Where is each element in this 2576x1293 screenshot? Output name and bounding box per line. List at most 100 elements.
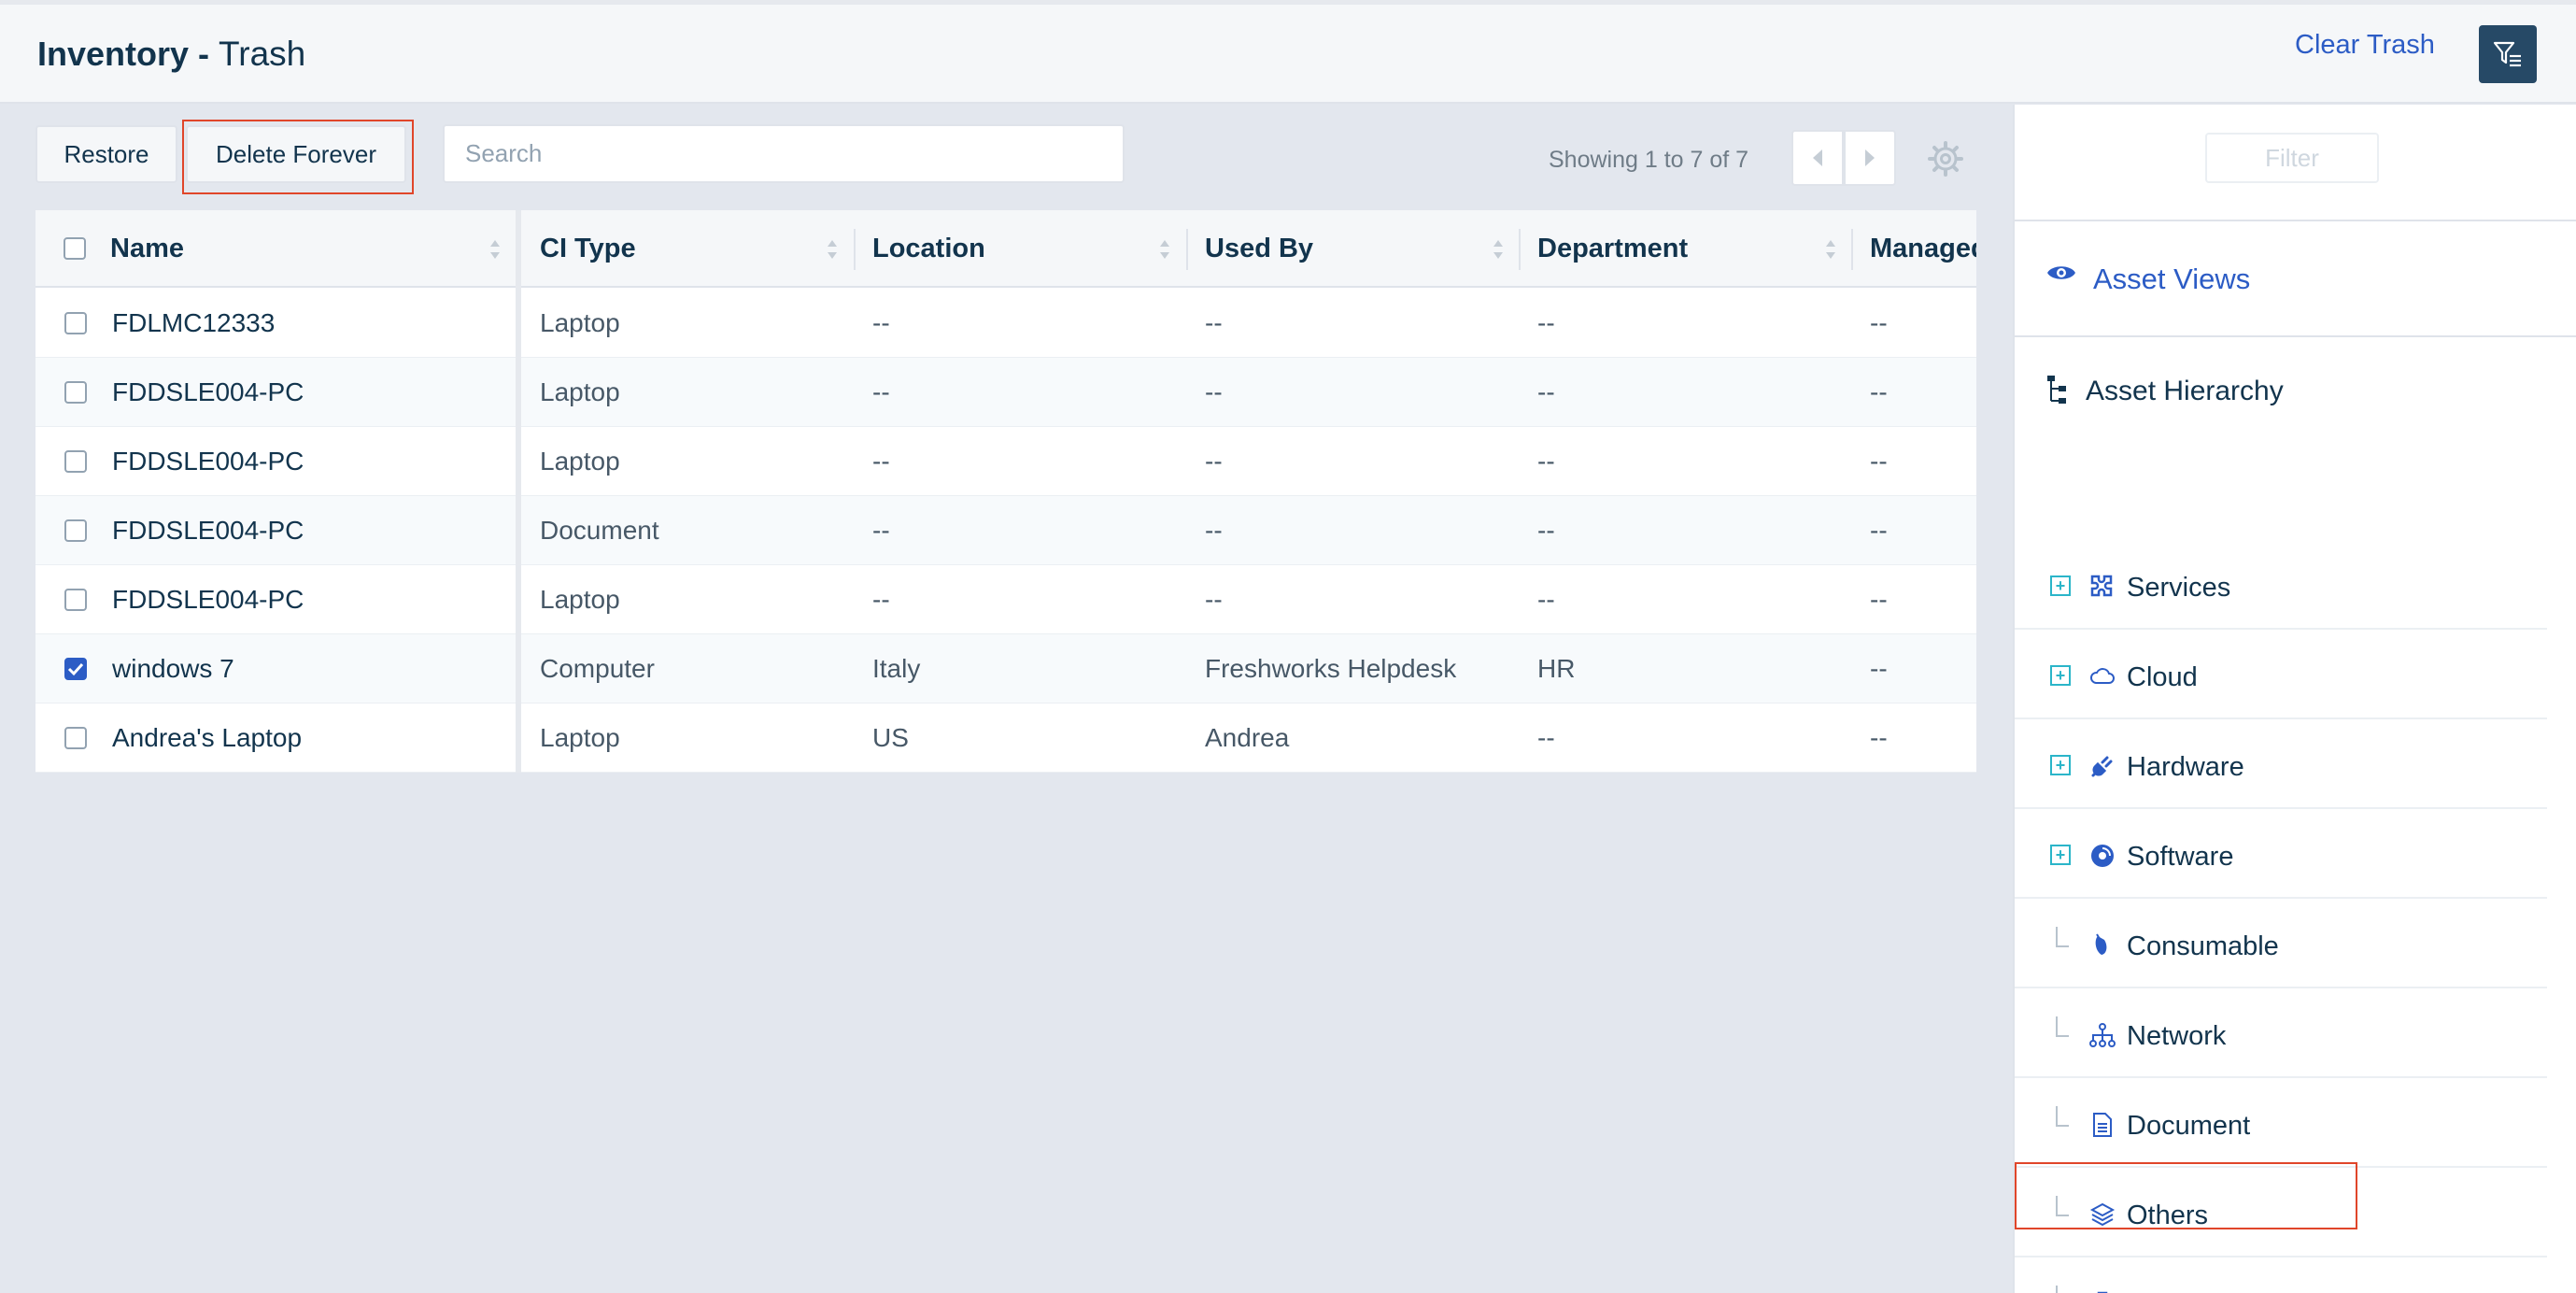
cell-ci-type: Document [540,516,659,545]
asset-name[interactable]: FDDSLE004-PC [112,496,304,565]
sidebar-item-network[interactable]: Network [2015,988,2547,1078]
filter-list-icon [2493,41,2521,67]
cell-ci-type: Laptop [540,377,620,406]
expand-icon[interactable]: + [2050,575,2071,596]
sort-icon[interactable] [489,236,501,263]
title-module: Inventory - [37,35,210,73]
row-checkbox[interactable] [64,727,87,749]
row-checkbox[interactable] [64,519,87,542]
expand-icon[interactable]: + [2050,665,2071,686]
column-divider[interactable] [1851,229,1853,270]
restore-button[interactable]: Restore [35,125,177,183]
cell-ci-type: Laptop [540,447,620,476]
column-header-name[interactable]: Name [110,210,184,288]
table-row[interactable]: FDLMC12333 Laptop -- -- -- -- [35,289,1976,358]
cell-managed: -- [1870,723,1888,752]
asset-name[interactable]: windows 7 [112,634,234,703]
column-divider[interactable] [854,229,856,270]
cloud-icon [2090,668,2115,684]
table-row[interactable]: Andrea's Laptop Laptop US Andrea -- -- [35,703,1976,773]
asset-views-link[interactable]: Asset Views [2015,221,2576,337]
next-page-button[interactable] [1844,130,1896,186]
asset-hierarchy-label: Asset Hierarchy [2086,376,2284,406]
sidebar-item-trash[interactable]: Trash [2015,1257,2547,1293]
sidebar-item-document[interactable]: Document [2015,1078,2547,1168]
cell-location: -- [872,447,890,476]
row-checkbox[interactable] [64,381,87,404]
cell-ci-type: Computer [540,654,655,683]
column-header-department[interactable]: Department [1537,210,1688,288]
previous-page-button[interactable] [1791,130,1844,186]
column-divider[interactable] [1519,229,1521,270]
cell-managed: -- [1870,308,1888,337]
tree-branch-icon [2056,1286,2069,1293]
cell-department: -- [1537,516,1555,545]
filter-button[interactable]: Filter [2205,133,2379,183]
cell-managed: -- [1870,585,1888,614]
column-header-ci-type[interactable]: CI Type [540,210,636,288]
cell-location: US [872,723,909,752]
asset-name[interactable]: Andrea's Laptop [112,703,302,773]
table-row[interactable]: FDDSLE004-PC Laptop -- -- -- -- [35,427,1976,496]
sidebar-item-label: Network [2127,1021,2227,1051]
tree-branch-icon [2056,1106,2069,1127]
asset-name[interactable]: FDLMC12333 [112,289,275,358]
sidebar-item-label: Cloud [2127,662,2198,692]
row-checkbox[interactable] [64,658,87,680]
cell-department: HR [1537,654,1576,683]
cell-location: -- [872,308,890,337]
page-title: Inventory - Trash [37,35,305,74]
table-row[interactable]: FDDSLE004-PC Laptop -- -- -- -- [35,565,1976,634]
cell-department: -- [1537,308,1555,337]
chevron-right-icon [1865,149,1875,166]
column-divider[interactable] [1186,229,1188,270]
cell-used-by: -- [1205,308,1223,337]
chevron-left-icon [1813,149,1822,166]
asset-name[interactable]: FDDSLE004-PC [112,358,304,427]
cell-department: -- [1537,585,1555,614]
delete-forever-highlight [182,120,414,194]
checkmark-icon [67,662,84,676]
gear-icon[interactable] [1927,140,1964,178]
search-input[interactable]: Search [443,124,1125,183]
expand-icon[interactable]: + [2050,845,2071,865]
sidebar-item-label: Hardware [2127,752,2244,782]
column-header-used-by[interactable]: Used By [1205,210,1313,288]
cell-used-by: Andrea [1205,723,1290,752]
sidebar-filter-section: Filter [2015,105,2576,221]
sidebar-item-services[interactable]: + Services [2015,540,2547,630]
sidebar-item-cloud[interactable]: + Cloud [2015,630,2547,719]
sort-icon[interactable] [1493,236,1504,263]
select-all-checkbox[interactable] [64,237,86,260]
sidebar-item-consumable[interactable]: Consumable [2015,899,2547,988]
column-header-location[interactable]: Location [872,210,985,288]
trash-table: Name CI Type Location Used By Department… [35,210,1976,773]
sort-icon[interactable] [1159,236,1170,263]
table-row[interactable]: FDDSLE004-PC Document -- -- -- -- [35,496,1976,565]
row-checkbox[interactable] [64,450,87,473]
cell-ci-type: Laptop [540,723,620,752]
mouse-icon [2095,933,2107,955]
sidebar-item-label: Services [2127,573,2231,603]
asset-name[interactable]: FDDSLE004-PC [112,427,304,496]
cell-used-by: -- [1205,447,1223,476]
row-checkbox[interactable] [64,589,87,611]
eye-icon [2047,266,2075,279]
sort-icon[interactable] [1825,236,1836,263]
sort-icon[interactable] [827,236,838,263]
table-row[interactable]: FDDSLE004-PC Laptop -- -- -- -- [35,358,1976,427]
sidebar-item-software[interactable]: + Software [2015,809,2547,899]
table-row[interactable]: windows 7 Computer Italy Freshworks Helpdes… [35,634,1976,703]
asset-name[interactable]: FDDSLE004-PC [112,565,304,634]
clear-trash-link[interactable]: Clear Trash [2295,30,2435,61]
row-checkbox[interactable] [64,312,87,334]
column-header-managed[interactable]: Managed [1870,210,1976,288]
filter-toggle-button[interactable] [2479,25,2537,83]
expand-icon[interactable]: + [2050,755,2071,775]
network-icon [2089,1023,2116,1047]
cell-managed: -- [1870,377,1888,406]
cell-location: -- [872,585,890,614]
cell-managed: -- [1870,516,1888,545]
cell-location: Italy [872,654,921,683]
sidebar-item-hardware[interactable]: + Hardware [2015,719,2547,809]
